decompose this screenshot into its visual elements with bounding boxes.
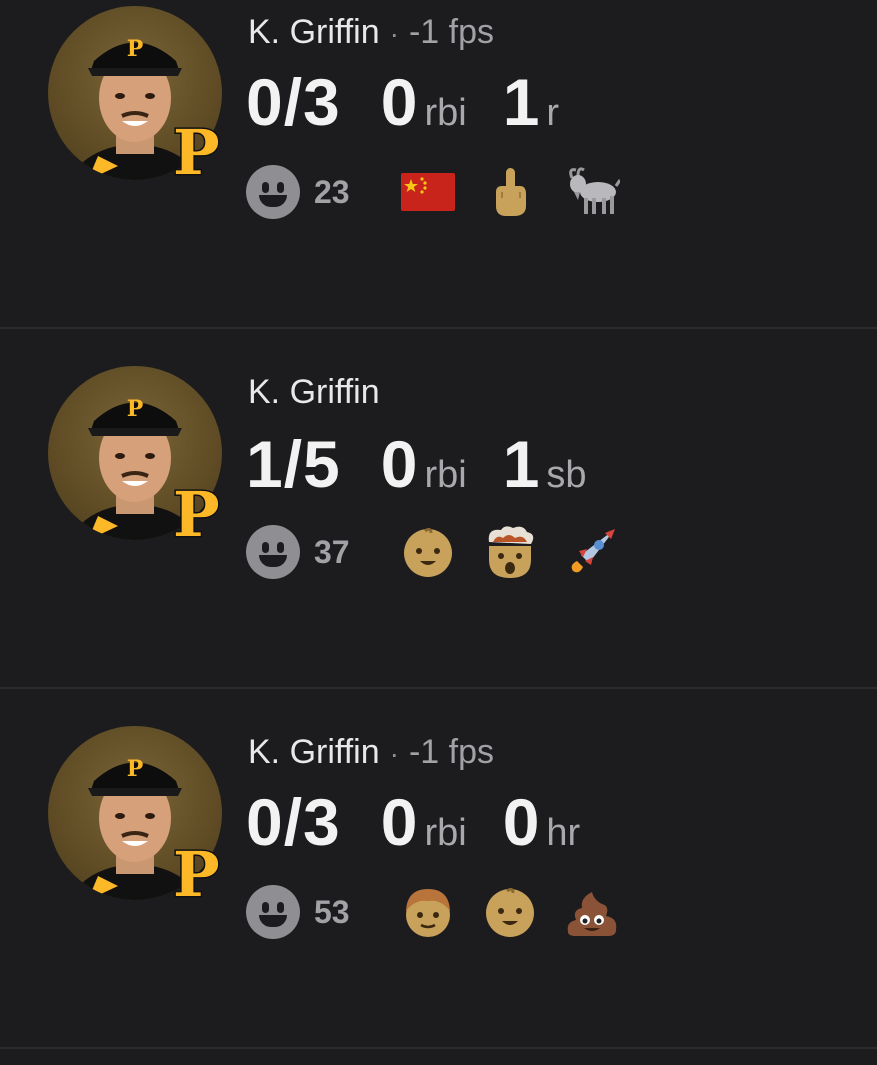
stat-line: 0/3 0 rbi 1 r [246,64,559,140]
reaction-bar: 53 [246,884,620,940]
rocket-icon[interactable] [564,524,620,580]
svg-text:P: P [127,396,144,422]
stat-unit-runs: r [546,92,560,134]
boy-icon[interactable] [400,884,456,940]
player-name[interactable]: K. Griffin [248,373,380,411]
post-header: K. Griffin · -1 fps [248,12,494,54]
separator-dot: · [389,738,399,769]
stat-value-home-runs: 0 [502,785,541,859]
stat-hits-at-bats: 1/5 [246,427,341,501]
goat-icon[interactable] [564,164,620,220]
baby-icon[interactable] [400,524,456,580]
add-reaction-smiley-icon[interactable] [246,525,300,579]
pile-of-poo-icon[interactable] [564,884,620,940]
stat-value-rbi: 0 [380,65,419,139]
stat-unit-rbi: rbi [424,92,467,134]
svg-text:P: P [127,756,144,782]
reaction-bar: 37 [246,524,620,580]
add-reaction-smiley-icon[interactable] [246,885,300,939]
fantasy-points: -1 fps [408,733,495,771]
stat-value-runs: 1 [502,65,541,139]
post-divider [0,1047,877,1049]
fantasy-points: -1 fps [408,13,495,51]
reaction-count: 37 [314,533,350,570]
separator-dot: · [389,18,399,49]
stat-unit-home-runs: hr [546,812,581,854]
stat-hits-at-bats: 0/3 [246,785,341,859]
stat-line: 1/5 0 rbi 1 sb [246,426,587,502]
stat-value-rbi: 0 [380,785,419,859]
stat-unit-stolen-bases: sb [546,454,587,496]
player-name[interactable]: K. Griffin [248,733,380,771]
team-logo: P [172,478,222,551]
post-card[interactable]: P P K. Griffin · -1 fps 0/3 0 rbi 1 r 23 [0,0,877,327]
add-reaction-smiley-icon[interactable] [246,165,300,219]
feed: P P K. Griffin·-1 fps 0/30rbi1r 23 [0,0,877,1065]
team-logo: P [172,116,222,189]
post-card[interactable]: P P K. Griffin · -1 fps 0/3 0 rbi 0 hr 53 [0,689,877,1016]
stat-value-stolen-bases: 1 [502,427,541,501]
reaction-count: 23 [314,173,350,210]
exploding-head-icon[interactable] [482,524,538,580]
post-header: K. Griffin · -1 fps [248,732,494,774]
stat-line: 0/3 0 rbi 0 hr [246,784,580,860]
svg-text:P: P [127,36,144,62]
team-logo: P [172,838,222,911]
stat-unit-rbi: rbi [424,454,467,496]
post-header: K. Griffin [248,372,380,412]
reaction-count: 53 [314,893,350,930]
stat-hits-at-bats: 0/3 [246,65,341,139]
china-flag-icon[interactable] [400,164,456,220]
stat-value-rbi: 0 [380,427,419,501]
middle-finger-icon[interactable] [482,164,538,220]
baby-icon[interactable] [482,884,538,940]
stat-unit-rbi: rbi [424,812,467,854]
reaction-bar: 23 [246,164,620,220]
post-card[interactable]: P P K. Griffin 1/5 0 rbi 1 sb 37 [0,329,877,656]
player-name[interactable]: K. Griffin [248,13,380,51]
